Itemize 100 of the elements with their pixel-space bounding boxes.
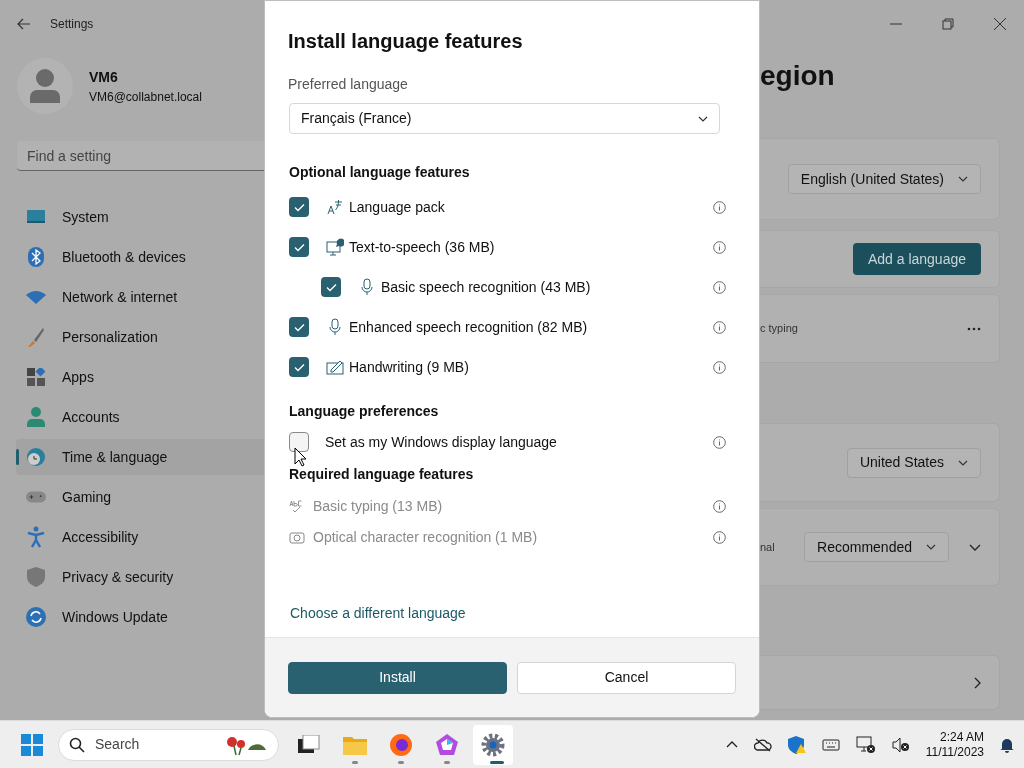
monitor-speech-icon <box>326 238 344 256</box>
feature-label: Handwriting (9 MB) <box>349 357 469 377</box>
checkmark-icon <box>293 322 305 332</box>
cancel-button[interactable]: Cancel <box>517 661 736 694</box>
chevron-down-icon <box>698 115 708 122</box>
language-icon <box>327 199 343 215</box>
more-options-icon[interactable] <box>967 326 981 331</box>
nav-item[interactable]: Personalization <box>16 319 265 355</box>
chevron-right-icon[interactable] <box>974 676 981 689</box>
person-icon <box>27 407 45 427</box>
info-icon[interactable] <box>713 280 726 294</box>
add-language-button[interactable]: Add a language <box>852 243 981 275</box>
info-icon[interactable] <box>713 435 726 449</box>
taskbar-search[interactable]: Search <box>58 728 279 761</box>
nav-item[interactable]: Apps <box>16 359 265 395</box>
info-icon[interactable] <box>713 360 726 374</box>
camera-icon <box>289 530 305 545</box>
field-label: Preferred language <box>288 75 409 94</box>
cloud-off-icon[interactable] <box>753 737 772 752</box>
spellcheck-icon <box>289 499 305 514</box>
chevron-down-icon <box>958 176 968 182</box>
nav-item[interactable]: Time & language <box>16 439 265 475</box>
pentagon-app-icon[interactable] <box>435 732 459 757</box>
preference-label: Set as my Windows display language <box>325 432 557 452</box>
nav-item[interactable]: Network & internet <box>16 279 265 315</box>
checkbox[interactable] <box>321 277 341 297</box>
feature-label: Enhanced speech recognition (82 MB) <box>349 317 588 337</box>
checkbox[interactable] <box>289 197 309 217</box>
user-name: VM6 <box>89 67 119 87</box>
setting-description: nal <box>760 539 775 555</box>
paintbrush-icon <box>27 327 45 347</box>
required-feature-label: Optical character recognition (1 MB) <box>313 528 538 547</box>
user-email: VM6@collabnet.local <box>89 88 202 106</box>
section-heading: Language preferences <box>289 402 440 421</box>
checkmark-icon <box>293 202 305 212</box>
clock-time[interactable]: 2:24 AM <box>939 729 984 745</box>
feature-label: Text-to-speech (36 MB) <box>349 237 495 257</box>
checkbox[interactable] <box>289 237 309 257</box>
back-arrow-icon[interactable] <box>17 18 31 30</box>
speaker-muted-icon[interactable] <box>891 736 910 753</box>
dropdown[interactable]: Recommended <box>804 532 949 562</box>
nav-item[interactable]: Privacy & security <box>16 559 265 595</box>
checkmark-icon <box>293 242 305 252</box>
info-icon[interactable] <box>713 240 726 254</box>
search-icon <box>69 736 85 753</box>
keyboard-icon[interactable] <box>821 738 840 751</box>
feature-label: Language pack <box>349 197 445 217</box>
page-heading: egion <box>760 59 836 93</box>
wifi-icon <box>26 290 46 304</box>
browser-icon[interactable] <box>389 732 413 757</box>
bluetooth-icon <box>28 247 44 267</box>
restore-icon[interactable] <box>942 18 954 30</box>
info-icon[interactable] <box>713 320 726 334</box>
required-feature-label: Basic typing (13 MB) <box>313 497 443 516</box>
globe-clock-icon <box>26 447 46 467</box>
nav-item[interactable]: Windows Update <box>16 599 265 635</box>
clock-date[interactable]: 11/11/2023 <box>925 744 984 760</box>
checkmark-icon <box>293 362 305 372</box>
start-icon[interactable] <box>21 733 43 756</box>
section-heading: Optional language features <box>289 163 471 182</box>
checkbox[interactable] <box>289 357 309 377</box>
install-button[interactable]: Install <box>288 661 507 694</box>
nav-item[interactable]: Accounts <box>16 399 265 435</box>
chevron-down-icon <box>958 459 968 466</box>
gear-icon[interactable] <box>481 732 505 757</box>
close-icon[interactable] <box>994 18 1006 30</box>
microphone-icon <box>329 318 341 336</box>
nav-item[interactable]: Bluetooth & devices <box>16 239 265 275</box>
monitor-icon <box>26 209 46 225</box>
window-title: Settings <box>50 16 94 33</box>
chevron-down-icon <box>926 544 936 550</box>
apps-icon <box>27 368 45 386</box>
bell-icon[interactable] <box>1000 736 1014 753</box>
nav-item[interactable]: Accessibility <box>16 519 265 555</box>
dropdown[interactable]: United States <box>846 447 981 478</box>
handwriting-pad-icon <box>326 359 344 375</box>
info-icon[interactable] <box>713 531 726 544</box>
gamepad-icon <box>26 490 46 504</box>
checkbox[interactable] <box>289 317 309 337</box>
shield-warning-icon[interactable] <box>787 735 806 754</box>
info-icon[interactable] <box>713 200 726 214</box>
chevron-up-icon[interactable] <box>725 741 738 748</box>
task-view-icon[interactable] <box>298 734 320 755</box>
language-dropdown[interactable]: Français (France) <box>289 103 720 134</box>
section-heading: Required language features <box>289 465 475 484</box>
nav-item[interactable]: System <box>16 199 265 235</box>
dropdown[interactable]: English (United States) <box>787 164 981 194</box>
expand-chevron-icon[interactable] <box>969 543 981 551</box>
nav-item[interactable]: Gaming <box>16 479 265 515</box>
accessibility-icon <box>27 526 45 548</box>
choose-language-link[interactable]: Choose a different language <box>290 603 466 624</box>
search-field[interactable]: Find a setting <box>17 141 265 171</box>
info-icon[interactable] <box>713 500 726 513</box>
checkbox[interactable] <box>289 432 309 452</box>
microphone-icon <box>361 278 373 296</box>
feature-label: Basic speech recognition (43 MB) <box>381 277 591 297</box>
checkmark-icon <box>325 282 337 292</box>
network-off-icon[interactable] <box>855 735 876 754</box>
shield-icon <box>27 567 45 587</box>
refresh-icon <box>26 607 46 627</box>
